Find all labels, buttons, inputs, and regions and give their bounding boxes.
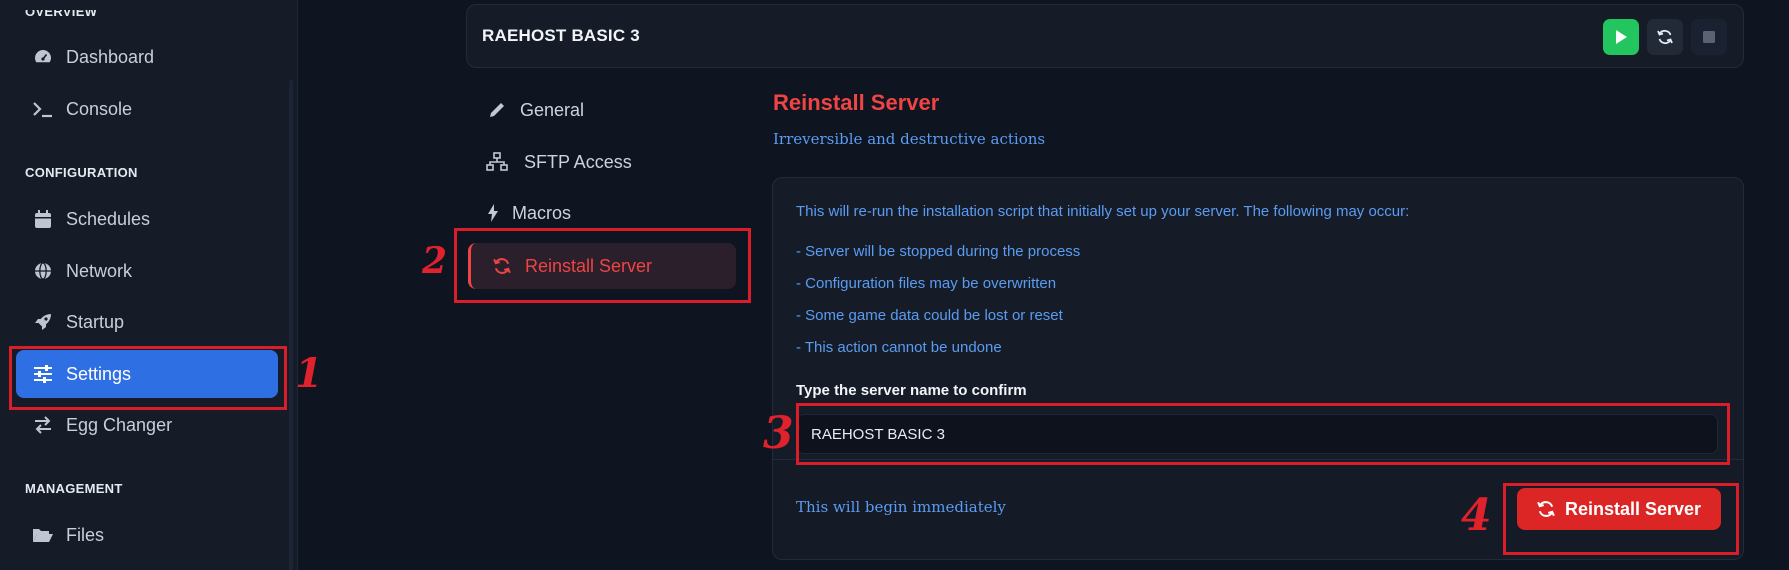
stop-icon bbox=[1703, 31, 1715, 43]
annotation-box-1 bbox=[9, 346, 287, 410]
footer-note: This will begin immediately bbox=[796, 498, 1006, 516]
swap-icon bbox=[32, 414, 54, 436]
settings-tab-general[interactable]: General bbox=[466, 87, 736, 133]
calendar-icon bbox=[32, 208, 54, 230]
sidebar-item-dashboard[interactable]: Dashboard bbox=[16, 33, 278, 81]
sidebar-item-label: Egg Changer bbox=[66, 414, 173, 435]
bolt-icon bbox=[486, 202, 500, 224]
settings-tab-label: General bbox=[520, 99, 585, 120]
start-server-button[interactable] bbox=[1603, 19, 1639, 55]
sidebar-section-management: MANAGEMENT bbox=[25, 481, 123, 496]
list-item: - This action cannot be undone bbox=[796, 339, 1002, 356]
annotation-number-1: 1 bbox=[295, 350, 323, 397]
sidebar-section-configuration: CONFIGURATION bbox=[25, 165, 138, 180]
confirm-label: Type the server name to confirm bbox=[796, 382, 1027, 399]
sidebar-item-label: Schedules bbox=[66, 208, 151, 229]
sidebar-item-label: Dashboard bbox=[66, 46, 155, 67]
sidebar-item-network[interactable]: Network bbox=[16, 247, 278, 295]
terminal-icon bbox=[32, 98, 54, 120]
refresh-icon bbox=[1657, 29, 1673, 45]
network-icon bbox=[486, 151, 508, 173]
sidebar-item-label: Files bbox=[66, 524, 105, 545]
settings-tab-sftp[interactable]: SFTP Access bbox=[466, 139, 736, 185]
settings-tab-label: Macros bbox=[512, 202, 572, 223]
annotation-box-2 bbox=[454, 228, 751, 303]
annotation-number-3: 3 bbox=[763, 408, 794, 459]
server-header: RAEHOST BASIC 3 bbox=[466, 4, 1744, 68]
gauge-icon bbox=[32, 46, 54, 68]
sidebar-section-overview: OVERVIEW bbox=[25, 4, 98, 19]
globe-icon bbox=[32, 260, 54, 282]
annotation-box-4 bbox=[1503, 483, 1739, 555]
list-item: - Some game data could be lost or reset bbox=[796, 307, 1063, 324]
reinstall-description: This will re-run the installation script… bbox=[796, 203, 1410, 220]
play-icon bbox=[1616, 30, 1627, 44]
rocket-icon bbox=[32, 311, 54, 333]
effects-list: - Server will be stopped during the proc… bbox=[796, 242, 1080, 370]
server-name-title: RAEHOST BASIC 3 bbox=[482, 26, 640, 45]
annotation-box-3 bbox=[796, 403, 1730, 465]
sidebar: OVERVIEW Dashboard Console CONFIGURATION… bbox=[0, 0, 298, 570]
sidebar-scrollbar[interactable] bbox=[289, 80, 293, 570]
folder-open-icon bbox=[32, 524, 54, 546]
list-item: - Server will be stopped during the proc… bbox=[796, 243, 1081, 260]
sidebar-item-label: Network bbox=[66, 260, 133, 281]
sidebar-item-label: Startup bbox=[66, 311, 125, 332]
stop-server-button[interactable] bbox=[1691, 19, 1727, 55]
annotation-number-2: 2 bbox=[422, 240, 448, 282]
list-item: - Configuration files may be overwritten bbox=[796, 275, 1057, 292]
sidebar-item-files[interactable]: Files bbox=[16, 511, 278, 559]
page-title: Reinstall Server bbox=[773, 90, 940, 115]
restart-server-button[interactable] bbox=[1647, 19, 1683, 55]
sidebar-item-label: Console bbox=[66, 98, 133, 119]
page-subtitle: Irreversible and destructive actions bbox=[773, 130, 1046, 148]
sidebar-item-console[interactable]: Console bbox=[16, 85, 278, 133]
pencil-icon bbox=[486, 99, 508, 121]
annotation-number-4: 4 bbox=[1461, 490, 1492, 541]
sidebar-item-startup[interactable]: Startup bbox=[16, 298, 278, 346]
settings-tab-label: SFTP Access bbox=[524, 151, 632, 172]
sidebar-item-schedules[interactable]: Schedules bbox=[16, 195, 278, 243]
